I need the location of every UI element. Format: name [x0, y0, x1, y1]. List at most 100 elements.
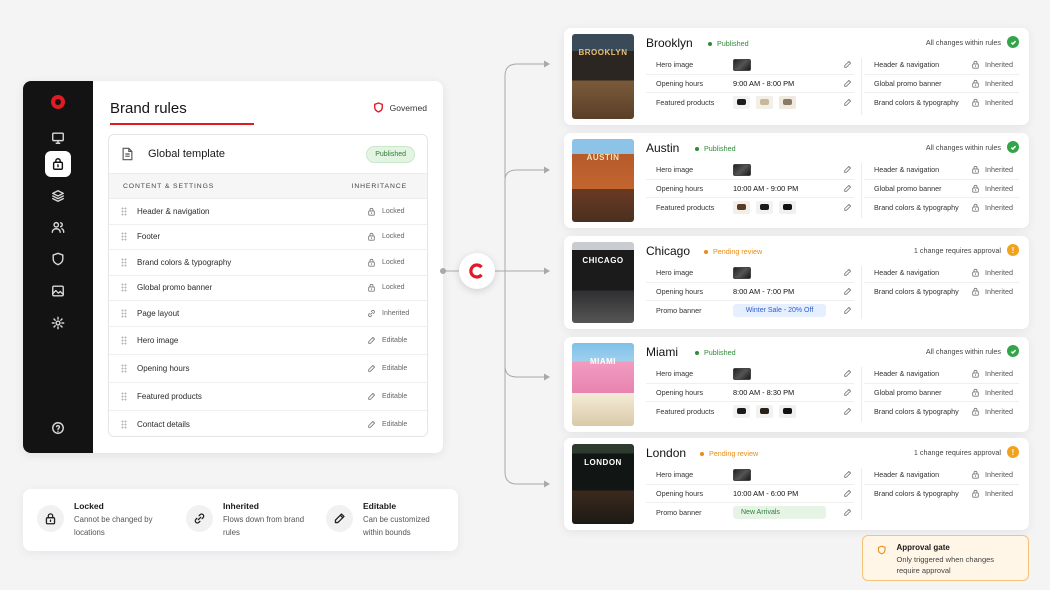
location-card-chicago[interactable]: CHICAGO Chicago Pending review 1 change req… [564, 236, 1029, 329]
pencil-icon[interactable] [843, 508, 852, 517]
field-opening-hours[interactable]: Opening hours 9:00 AM - 8:00 PM [646, 75, 854, 93]
pencil-icon [367, 336, 376, 345]
pencil-icon[interactable] [843, 287, 852, 296]
rule-row[interactable]: Hero image Editable [109, 327, 427, 355]
drag-handle[interactable] [121, 391, 127, 401]
pencil-icon[interactable] [843, 184, 852, 193]
help-icon[interactable] [45, 415, 71, 441]
hero-thumbnail[interactable] [733, 58, 751, 71]
pencil-icon[interactable] [843, 165, 852, 174]
product-thumbnail[interactable] [733, 95, 750, 109]
field-third[interactable]: Promo banner Winter Sale - 20% Off [646, 301, 854, 320]
app-logo[interactable] [51, 95, 65, 109]
shield-icon [373, 102, 383, 113]
status-dot [700, 451, 704, 456]
drag-handle[interactable] [121, 363, 127, 373]
rule-row[interactable]: Contact details Editable [109, 411, 427, 437]
rule-status: Editable [367, 420, 413, 429]
location-name: Austin [646, 141, 680, 155]
promo-banner-value[interactable]: New Arrivals [733, 505, 826, 519]
field-hero-image[interactable]: Hero image [646, 56, 854, 75]
field-hero-image[interactable]: Hero image [646, 264, 854, 283]
field-hero-image[interactable]: Hero image [646, 365, 854, 384]
promo-banner-value[interactable]: Winter Sale - 20% Off [733, 303, 826, 317]
drag-handle[interactable] [121, 257, 127, 267]
hero-thumbnail[interactable] [733, 367, 751, 380]
monitor-icon[interactable] [45, 125, 71, 151]
pencil-icon[interactable] [843, 489, 852, 498]
product-thumbnail[interactable] [779, 200, 796, 214]
location-card-london[interactable]: LONDON London Pending review 1 change requi… [564, 438, 1029, 530]
field-opening-hours[interactable]: Opening hours 10:00 AM - 9:00 PM [646, 180, 854, 198]
lock-bag-icon[interactable] [45, 151, 71, 177]
field-hero-image[interactable]: Hero image [646, 161, 854, 180]
field-opening-hours[interactable]: Opening hours 10:00 AM - 6:00 PM [646, 485, 854, 503]
pencil-icon[interactable] [843, 407, 852, 416]
inherited-label: Brand colors & typography [874, 97, 959, 107]
rule-row[interactable]: Footer Locked [109, 225, 427, 250]
storefront-image: LONDON [572, 444, 634, 524]
pencil-icon[interactable] [843, 98, 852, 107]
opening-hours-value: 10:00 AM - 6:00 PM [733, 488, 799, 498]
pencil-icon[interactable] [843, 268, 852, 277]
field-third[interactable]: Featured products [646, 93, 854, 112]
field-third[interactable]: Promo banner New Arrivals [646, 503, 854, 522]
drag-handle[interactable] [121, 308, 127, 318]
rule-row[interactable]: Global promo banner Locked [109, 276, 427, 301]
lock-icon [367, 283, 376, 292]
hero-thumbnail[interactable] [733, 468, 751, 481]
lock-icon [971, 184, 980, 193]
image-icon[interactable] [45, 278, 71, 304]
field-hero-image[interactable]: Hero image [646, 466, 854, 485]
field-opening-hours[interactable]: Opening hours 8:00 AM - 7:00 PM [646, 283, 854, 301]
product-thumbnail[interactable] [756, 200, 773, 214]
location-name: Miami [646, 345, 678, 359]
location-card-brooklyn[interactable]: BROOKLYN Brooklyn Published All changes wit… [564, 28, 1029, 125]
drag-handle[interactable] [121, 420, 127, 429]
summary-text: 1 change requires approval [913, 245, 1001, 255]
field-label: Hero image [656, 60, 694, 70]
hero-thumbnail[interactable] [733, 163, 751, 176]
product-thumbnail[interactable] [756, 404, 773, 418]
product-thumbnail[interactable] [779, 95, 796, 109]
rule-row[interactable]: Page layout Inherited [109, 301, 427, 327]
field-third[interactable]: Featured products [646, 198, 854, 217]
rule-row[interactable]: Featured products Editable [109, 383, 427, 411]
drag-handle[interactable] [121, 232, 127, 242]
pencil-icon[interactable] [843, 60, 852, 69]
product-thumbnail[interactable] [733, 404, 750, 418]
pencil-icon[interactable] [843, 470, 852, 479]
rule-row[interactable]: Opening hours Editable [109, 355, 427, 383]
rule-status-label: Locked [382, 258, 405, 266]
editable-fields: Hero image Opening hours 8:00 AM - 8:30 PM… [646, 365, 854, 421]
lock-icon [971, 470, 980, 479]
status-label: Published [704, 348, 736, 357]
product-thumbnail[interactable] [756, 95, 773, 109]
drag-handle[interactable] [121, 206, 127, 216]
pencil-icon[interactable] [843, 79, 852, 88]
pencil-icon[interactable] [843, 369, 852, 378]
location-card-miami[interactable]: MIAMI Miami Published All changes within ru… [564, 337, 1029, 432]
product-thumbnail[interactable] [779, 404, 796, 418]
pencil-icon[interactable] [843, 388, 852, 397]
location-card-austin[interactable]: AUSTIN Austin Published All changes within … [564, 133, 1029, 228]
summary-text: All changes within rules [925, 37, 1001, 47]
rule-row[interactable]: Header & navigation Locked [109, 199, 427, 225]
hero-thumbnail[interactable] [733, 266, 751, 279]
pencil-icon[interactable] [843, 306, 852, 315]
pencil-icon[interactable] [843, 203, 852, 212]
rule-status: Inherited [367, 309, 413, 318]
drag-handle[interactable] [121, 335, 127, 345]
field-opening-hours[interactable]: Opening hours 8:00 AM - 8:30 PM [646, 384, 854, 402]
layers-icon[interactable] [45, 183, 71, 209]
rule-row[interactable]: Brand colors & typography Locked [109, 250, 427, 276]
pencil-icon [367, 364, 376, 373]
users-icon[interactable] [45, 214, 71, 240]
product-thumbnail[interactable] [733, 200, 750, 214]
drag-handle[interactable] [121, 283, 127, 293]
gear-icon[interactable] [45, 310, 71, 336]
template-header[interactable]: Global template Published [109, 135, 427, 174]
field-third[interactable]: Featured products [646, 402, 854, 421]
lock-icon [971, 165, 980, 174]
shield-icon[interactable] [45, 246, 71, 272]
